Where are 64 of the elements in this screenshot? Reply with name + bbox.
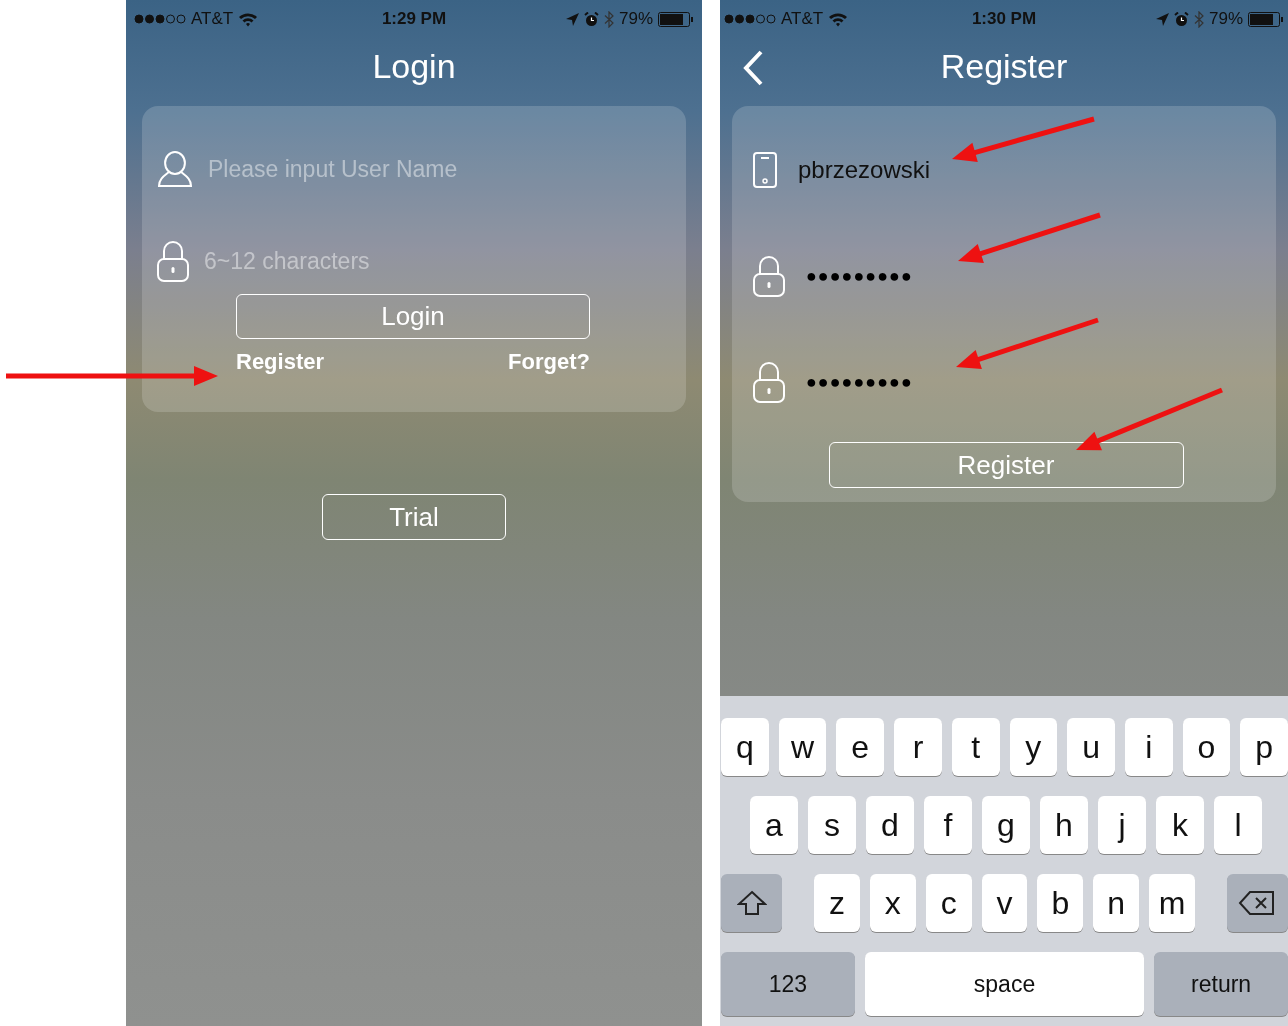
- carrier-name: AT&T: [191, 9, 234, 29]
- letter-key[interactable]: g: [982, 796, 1030, 854]
- letter-key[interactable]: q: [721, 718, 769, 776]
- letter-key[interactable]: u: [1067, 718, 1115, 776]
- letter-key[interactable]: o: [1182, 718, 1231, 776]
- user-icon: [156, 149, 194, 189]
- numbers-key[interactable]: 123: [721, 952, 855, 1016]
- status-time: 1:29 PM: [381, 9, 447, 29]
- letter-key[interactable]: w: [778, 718, 827, 776]
- letter-key[interactable]: s: [808, 796, 856, 854]
- letter-key[interactable]: d: [866, 796, 914, 854]
- letter-key[interactable]: e: [836, 718, 885, 776]
- screen-title: Login: [372, 46, 456, 86]
- backspace-key[interactable]: [1226, 874, 1288, 932]
- battery-percentage: 79%: [1208, 9, 1243, 29]
- letter-key[interactable]: j: [1098, 796, 1146, 854]
- space-key[interactable]: space: [864, 952, 1145, 1016]
- alarm-clock-icon: [1173, 11, 1189, 27]
- alarm-clock-icon: [583, 11, 599, 27]
- battery-icon: [658, 11, 694, 27]
- letter-key[interactable]: m: [1149, 874, 1195, 932]
- letter-key[interactable]: b: [1037, 874, 1084, 932]
- return-key[interactable]: return: [1154, 952, 1288, 1016]
- battery-percentage: 79%: [618, 9, 653, 29]
- location-arrow-icon: [1155, 12, 1169, 26]
- letter-key[interactable]: i: [1124, 718, 1173, 776]
- carrier-name: AT&T: [781, 9, 824, 29]
- lock-icon: [752, 254, 786, 298]
- letter-key[interactable]: v: [981, 874, 1028, 932]
- letter-key[interactable]: k: [1156, 796, 1204, 854]
- letter-key[interactable]: c: [925, 874, 972, 932]
- shift-key[interactable]: [721, 874, 783, 932]
- screen-title: Register: [940, 46, 1068, 86]
- letter-key[interactable]: p: [1240, 718, 1288, 776]
- letter-key[interactable]: f: [924, 796, 972, 854]
- bluetooth-icon: [603, 10, 614, 28]
- backspace-icon: [1238, 890, 1277, 916]
- shift-arrow-icon: [736, 890, 767, 916]
- password-field[interactable]: ●●●●●●●●●: [806, 265, 913, 287]
- phone-icon: [752, 152, 778, 188]
- letter-key[interactable]: n: [1093, 874, 1140, 932]
- username-field[interactable]: pbrzezowski: [798, 156, 931, 184]
- signal-icon: [724, 14, 776, 24]
- letter-key[interactable]: a: [750, 796, 798, 854]
- lock-icon: [156, 239, 190, 283]
- letter-key[interactable]: y: [1009, 718, 1058, 776]
- signal-icon: [134, 14, 186, 24]
- trial-button[interactable]: Trial: [322, 494, 506, 540]
- letter-key[interactable]: t: [951, 718, 1000, 776]
- password-field[interactable]: ●●●●●●●●●: [806, 371, 913, 393]
- battery-icon: [1248, 11, 1284, 27]
- lock-icon: [752, 360, 786, 404]
- status-time: 1:30 PM: [971, 9, 1037, 29]
- wifi-icon: [238, 11, 259, 27]
- letter-key[interactable]: r: [894, 718, 942, 776]
- letter-key[interactable]: z: [814, 874, 860, 932]
- letter-key[interactable]: h: [1040, 796, 1088, 854]
- bluetooth-icon: [1193, 10, 1204, 28]
- letter-key[interactable]: l: [1214, 796, 1262, 854]
- wifi-icon: [828, 11, 849, 27]
- back-icon[interactable]: [742, 50, 764, 86]
- letter-key[interactable]: x: [869, 874, 916, 932]
- location-arrow-icon: [565, 12, 579, 26]
- username-field[interactable]: Please input User Name: [208, 155, 670, 183]
